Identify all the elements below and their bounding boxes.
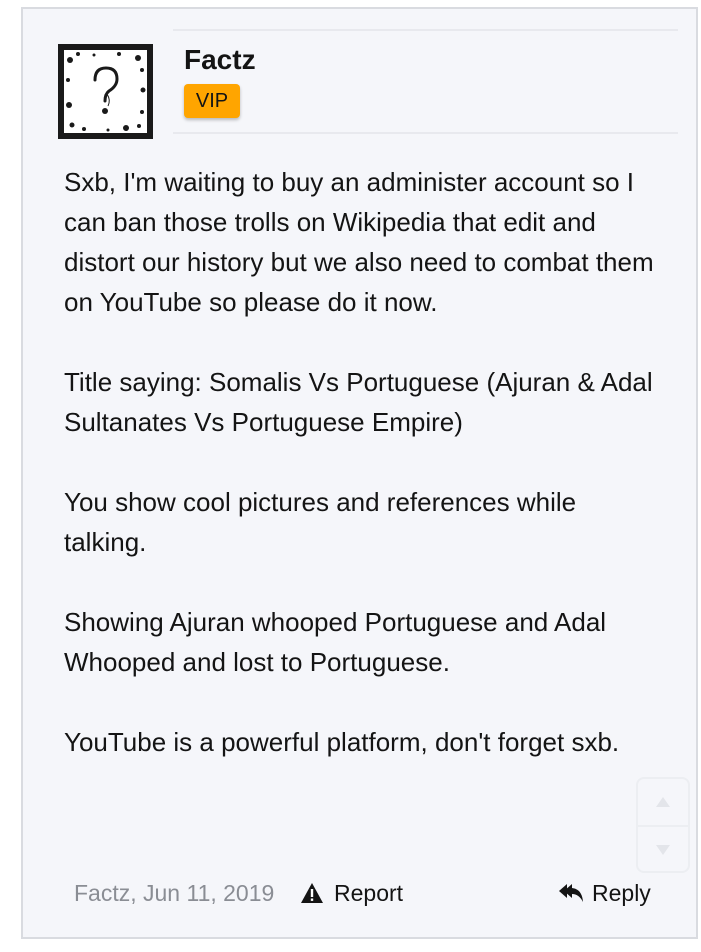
header-divider-top xyxy=(173,29,678,31)
report-button[interactable]: Report xyxy=(300,873,403,913)
scroll-navigation xyxy=(636,777,690,873)
report-label: Report xyxy=(334,880,404,906)
avatar[interactable] xyxy=(58,44,153,139)
header-divider-bottom xyxy=(173,132,678,134)
author-name[interactable]: Factz xyxy=(184,44,256,76)
triangle-up-icon xyxy=(656,797,670,807)
post-meta[interactable]: Factz, Jun 11, 2019 xyxy=(74,873,274,913)
question-mark-avatar-icon xyxy=(64,50,147,133)
scroll-up-button[interactable] xyxy=(638,779,688,825)
message-footer: Factz, Jun 11, 2019 Report Reply xyxy=(64,873,664,913)
message-body: Sxb, I'm waiting to buy an administer ac… xyxy=(64,162,664,762)
message-paragraph: YouTube is a powerful platform, don't fo… xyxy=(64,727,620,757)
reply-arrow-icon xyxy=(559,884,583,902)
message-paragraph: You show cool pictures and references wh… xyxy=(64,487,577,557)
warning-triangle-icon xyxy=(301,883,323,903)
scroll-down-button[interactable] xyxy=(638,827,688,873)
message-paragraph: Title saying: Somalis Vs Portuguese (Aju… xyxy=(64,367,653,437)
vip-badge: VIP xyxy=(184,84,240,118)
reply-label: Reply xyxy=(592,880,651,906)
reply-button[interactable]: Reply xyxy=(558,873,651,913)
message-paragraph: Sxb, I'm waiting to buy an administer ac… xyxy=(64,167,654,317)
triangle-down-icon xyxy=(656,845,670,855)
message-post: Factz VIP Sxb, I'm waiting to buy an adm… xyxy=(21,7,698,939)
message-paragraph: Showing Ajuran whooped Portuguese and Ad… xyxy=(64,607,607,677)
